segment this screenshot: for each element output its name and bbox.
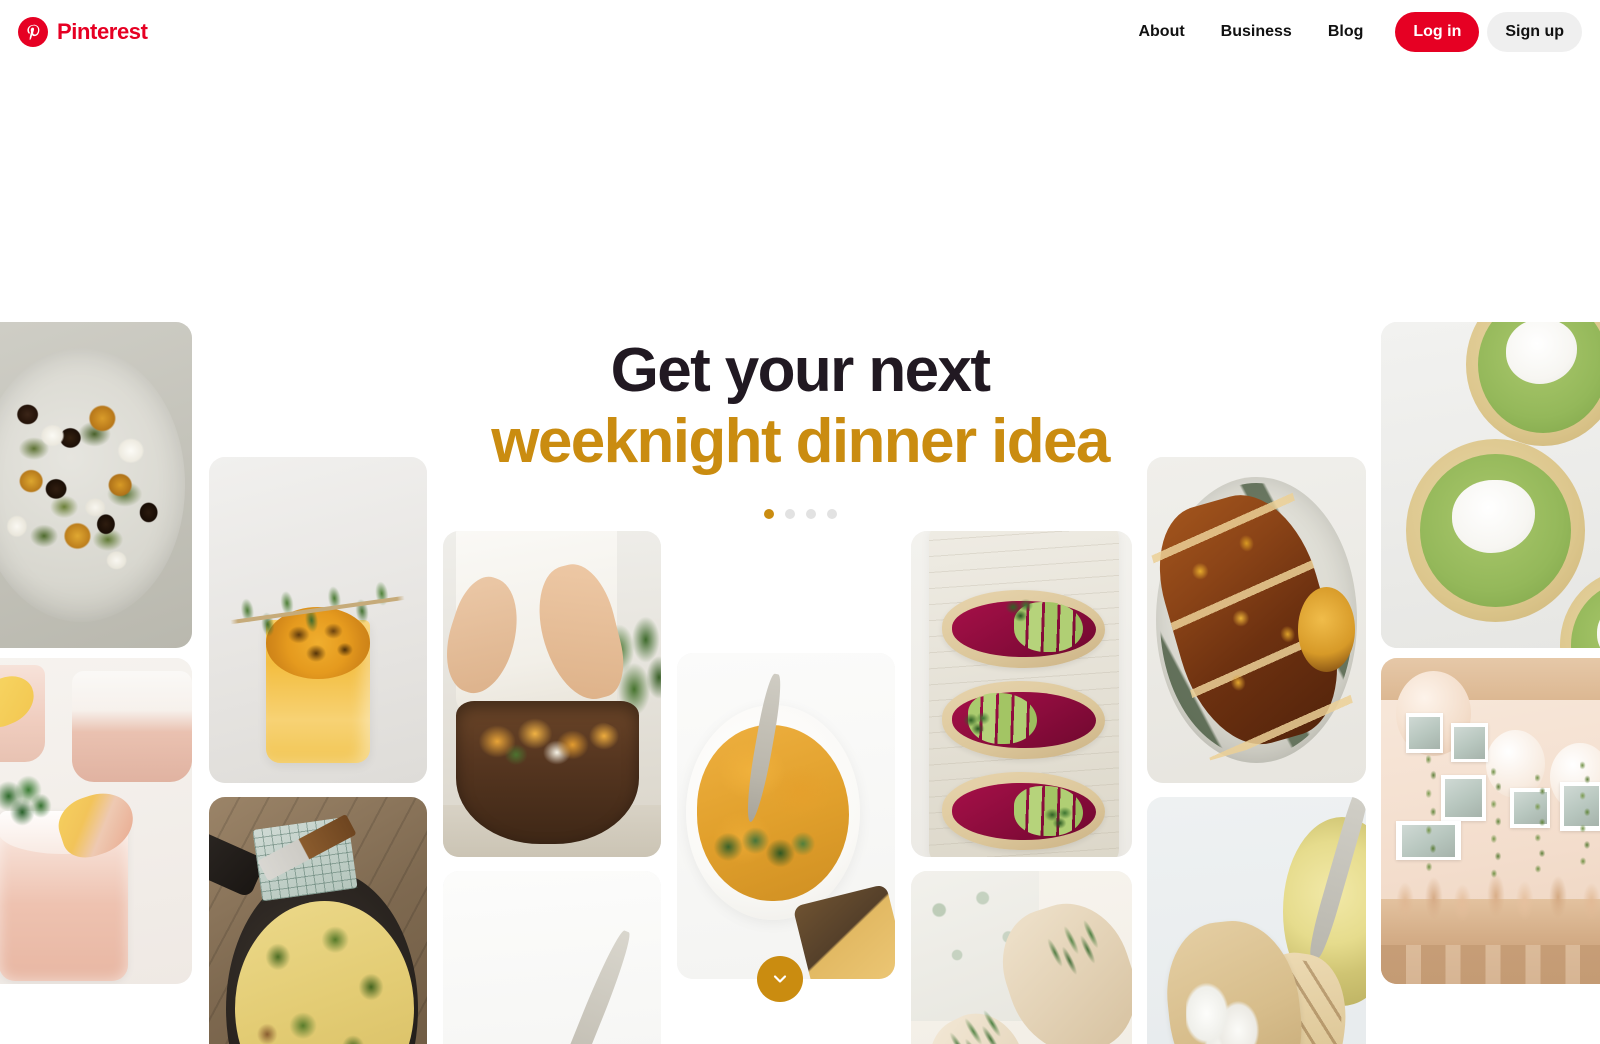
site-header: Pinterest About Business Blog Log in Sig… [0, 0, 1600, 64]
login-button[interactable]: Log in [1395, 12, 1480, 52]
gallery-card-pink-peach-cocktail[interactable] [0, 658, 192, 984]
gallery-card-hands-garnishing-wooden-bowl[interactable] [443, 531, 661, 857]
gallery-card-blackened-chicken-plate[interactable] [1147, 457, 1366, 783]
cast-iron-frittata-photo [209, 797, 427, 1044]
hands-garnishing-wooden-bowl-photo [443, 531, 661, 857]
gallery-card-white-bowl-with-cream[interactable] [443, 871, 661, 1044]
gallery-card-party-venue-with-balloons[interactable] [1381, 658, 1600, 984]
gallery-card-chickpea-tostadas[interactable] [1381, 322, 1600, 648]
pinterest-logo-icon [18, 17, 48, 47]
carousel-dot-1[interactable] [763, 509, 774, 519]
signup-button[interactable]: Sign up [1487, 12, 1582, 52]
pea-ricotta-toast-photo [1147, 797, 1366, 1044]
nav-link-blog[interactable]: Blog [1310, 13, 1382, 51]
pinterest-home-link[interactable]: Pinterest [18, 17, 148, 47]
beet-and-goat-cheese-salad-photo [0, 322, 192, 648]
party-venue-with-balloons-photo [1381, 658, 1600, 984]
nav-link-about[interactable]: About [1120, 13, 1202, 51]
grilled-citrus-cocktail-photo [209, 457, 427, 783]
gallery-card-squash-puree-plate[interactable] [677, 653, 895, 979]
scroll-down-button[interactable] [757, 956, 803, 1002]
primary-navigation: About Business Blog Log in Sign up [1120, 12, 1582, 52]
blackened-chicken-plate-photo [1147, 457, 1366, 783]
image-masonry-grid [0, 0, 1600, 1044]
squash-puree-plate-photo [677, 653, 895, 979]
carousel-dot-4[interactable] [826, 509, 837, 519]
carousel-dot-3[interactable] [805, 509, 816, 519]
brand-wordmark: Pinterest [57, 19, 148, 44]
chickpea-tostadas-photo [1381, 322, 1600, 648]
gallery-card-bread-with-rosemary[interactable] [911, 871, 1132, 1044]
gallery-card-grilled-citrus-cocktail[interactable] [209, 457, 427, 783]
bread-with-rosemary-photo [911, 871, 1132, 1044]
chevron-down-icon [770, 969, 790, 989]
nav-link-business[interactable]: Business [1203, 13, 1310, 51]
gallery-card-cast-iron-frittata[interactable] [209, 797, 427, 1044]
carousel-dot-2[interactable] [784, 509, 795, 519]
beet-hummus-avocado-toasts-photo [911, 531, 1132, 857]
pink-peach-cocktail-photo [0, 658, 192, 984]
carousel-dots [0, 509, 1600, 519]
gallery-card-beet-hummus-avocado-toasts[interactable] [911, 531, 1132, 857]
pinterest-landing-page: Pinterest About Business Blog Log in Sig… [0, 0, 1600, 1044]
gallery-card-pea-ricotta-toast[interactable] [1147, 797, 1366, 1044]
gallery-card-beet-and-goat-cheese-salad[interactable] [0, 322, 192, 648]
white-bowl-with-cream-photo [443, 871, 661, 1044]
